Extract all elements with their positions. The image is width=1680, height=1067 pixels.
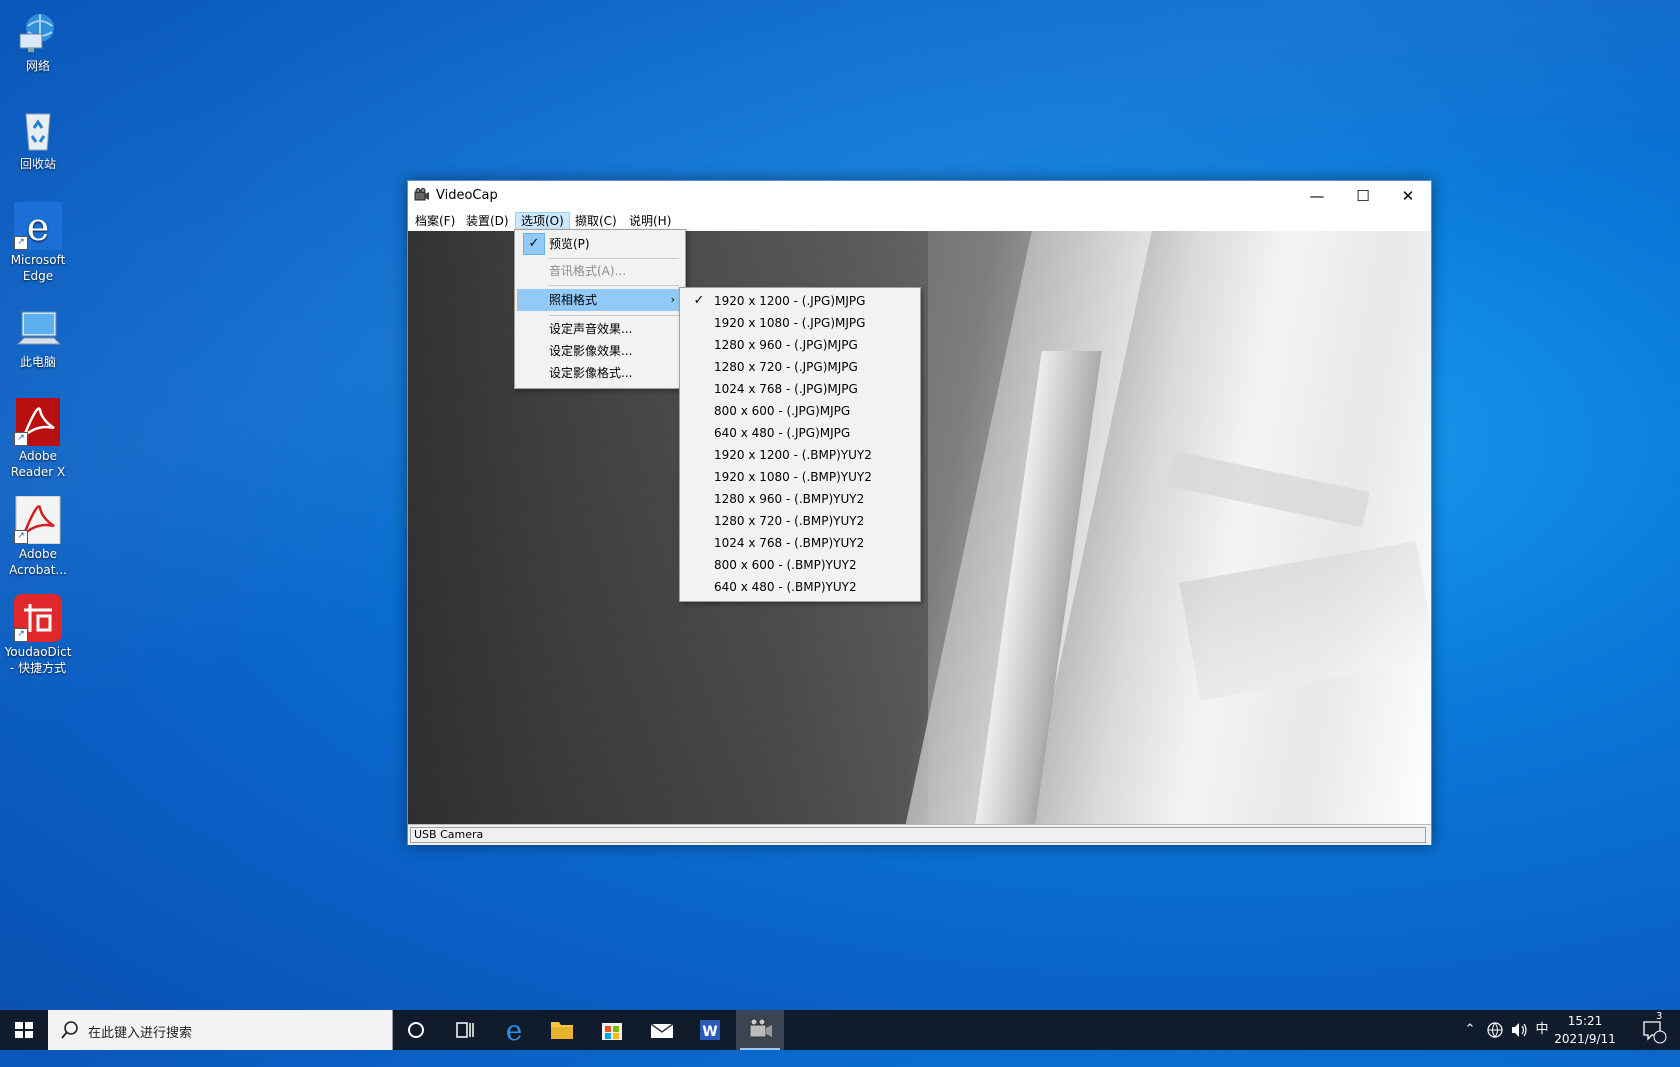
taskbar-edge[interactable]: e xyxy=(490,1010,538,1050)
windows-logo-icon xyxy=(15,1022,33,1038)
menu-bar: 档案(F) 装置(D) 选项(O) 撷取(C) 说明(H) xyxy=(408,211,1431,231)
shortcut-arrow-icon: ↗ xyxy=(14,628,28,642)
desktop-icon-label: 此电脑 xyxy=(19,355,56,369)
menu-item-sound-effects[interactable]: 设定声音效果... xyxy=(517,318,683,340)
volume-icon[interactable] xyxy=(1508,1010,1530,1050)
store-icon xyxy=(602,1023,622,1040)
desktop-icon-adobe-reader[interactable]: ↗ Adobe Reader X xyxy=(4,398,72,480)
menu-item-video-format[interactable]: 设定影像格式... xyxy=(517,362,683,384)
adobe-acrobat-icon: ↗ xyxy=(14,495,62,545)
options-menu: ✓ 预览(P) 音讯格式(A)... 照相格式 › 设定声音效果... 设定影像… xyxy=(514,229,686,389)
taskbar-word[interactable]: W xyxy=(686,1010,734,1050)
svg-text:e: e xyxy=(506,1014,523,1047)
submenu-item[interactable]: 1920 x 1080 - (.JPG)MJPG xyxy=(682,312,918,334)
clock-date: 2021/9/11 xyxy=(1554,1032,1616,1046)
menu-item-preview[interactable]: ✓ 预览(P) xyxy=(517,233,683,255)
cortana-button[interactable] xyxy=(392,1010,440,1050)
submenu-item[interactable]: 1920 x 1080 - (.BMP)YUY2 xyxy=(682,466,918,488)
desktop-icon-label: 网络 xyxy=(25,59,50,73)
menu-item-video-effects[interactable]: 设定影像效果... xyxy=(517,340,683,362)
notification-icon xyxy=(1643,1021,1667,1044)
taskbar: 在此键入进行搜索 e W ⌃ 中 15:21 2021/9/11 3 xyxy=(0,1010,1680,1050)
edge-icon: e xyxy=(506,1014,523,1047)
checkmark-icon: ✓ xyxy=(523,233,545,255)
search-box[interactable]: 在此键入进行搜索 xyxy=(48,1010,393,1050)
photo-format-submenu: ✓ 1920 x 1200 - (.JPG)MJPG 1920 x 1080 -… xyxy=(679,287,921,602)
menu-device[interactable]: 装置(D) xyxy=(461,213,514,229)
submenu-item[interactable]: ✓ 1920 x 1200 - (.JPG)MJPG xyxy=(682,290,918,312)
svg-text:e: e xyxy=(27,205,50,249)
task-view-button[interactable] xyxy=(440,1010,488,1050)
menu-item-photo-format[interactable]: 照相格式 › xyxy=(517,289,683,311)
desktop-icon-label: YoudaoDict - 快捷方式 xyxy=(4,645,72,675)
submenu-item[interactable]: 1280 x 720 - (.BMP)YUY2 xyxy=(682,510,918,532)
shortcut-arrow-icon: ↗ xyxy=(14,432,28,446)
checkmark-icon: ✓ xyxy=(693,293,705,308)
camera-app-icon xyxy=(414,188,430,202)
submenu-item[interactable]: 640 x 480 - (.JPG)MJPG xyxy=(682,422,918,444)
taskbar-file-explorer[interactable] xyxy=(538,1010,586,1050)
submenu-item[interactable]: 1920 x 1200 - (.BMP)YUY2 xyxy=(682,444,918,466)
taskbar-store[interactable] xyxy=(588,1010,636,1050)
taskbar-videocap[interactable] xyxy=(736,1010,784,1050)
network-globe-icon[interactable] xyxy=(1484,1010,1506,1050)
desktop-icon-network[interactable]: 网络 xyxy=(4,8,72,74)
action-center-button[interactable]: 3 xyxy=(1636,1010,1668,1050)
task-view-icon xyxy=(456,1022,474,1038)
notification-count: 3 xyxy=(1656,1011,1663,1022)
desktop-icon-adobe-acrobat[interactable]: ↗ Adobe Acrobat... xyxy=(4,495,72,578)
clock-time: 15:21 xyxy=(1567,1014,1603,1028)
taskbar-mail[interactable] xyxy=(638,1010,686,1050)
menu-help[interactable]: 说明(H) xyxy=(624,213,676,229)
submenu-item[interactable]: 1280 x 960 - (.JPG)MJPG xyxy=(682,334,918,356)
menu-options[interactable]: 选项(O) xyxy=(515,212,570,230)
tray-overflow-chevron-icon[interactable]: ⌃ xyxy=(1460,1010,1480,1050)
network-icon xyxy=(14,8,62,56)
mail-icon xyxy=(650,1023,674,1038)
menu-capture[interactable]: 撷取(C) xyxy=(570,213,622,229)
window-title: VideoCap xyxy=(436,188,498,203)
menu-item-audio-format: 音讯格式(A)... xyxy=(549,264,627,278)
recycle-bin-icon xyxy=(14,106,62,154)
menu-file[interactable]: 档案(F) xyxy=(410,213,460,229)
desktop-icon-recycle-bin[interactable]: 回收站 xyxy=(4,106,72,172)
svg-text:W: W xyxy=(702,1024,717,1040)
desktop-icon-youdao[interactable]: ↗ YoudaoDict - 快捷方式 xyxy=(4,594,72,676)
status-bar: USB Camera xyxy=(408,824,1431,845)
maximize-button[interactable]: ☐ xyxy=(1340,181,1386,211)
submenu-item[interactable]: 1280 x 720 - (.JPG)MJPG xyxy=(682,356,918,378)
shortcut-arrow-icon: ↗ xyxy=(14,530,28,544)
submenu-arrow-icon: › xyxy=(670,293,675,306)
submenu-item[interactable]: 1280 x 960 - (.BMP)YUY2 xyxy=(682,488,918,510)
word-icon: W xyxy=(700,1020,720,1040)
edge-icon: e ↗ xyxy=(14,202,62,250)
submenu-item[interactable]: 800 x 600 - (.BMP)YUY2 xyxy=(682,554,918,576)
submenu-item[interactable]: 640 x 480 - (.BMP)YUY2 xyxy=(682,576,918,598)
search-placeholder: 在此键入进行搜索 xyxy=(88,1026,193,1041)
desktop-icon-label: Adobe Reader X xyxy=(10,449,66,479)
search-icon xyxy=(61,1021,78,1039)
adobe-reader-icon: ↗ xyxy=(14,398,62,446)
cortana-icon xyxy=(408,1022,424,1038)
shortcut-arrow-icon: ↗ xyxy=(14,236,28,250)
status-device: USB Camera xyxy=(410,827,1426,843)
computer-icon xyxy=(14,304,62,352)
desktop-icon-this-pc[interactable]: 此电脑 xyxy=(4,304,72,370)
minimize-button[interactable]: — xyxy=(1294,181,1340,211)
desktop-icon-label: Microsoft Edge xyxy=(10,253,66,283)
submenu-item[interactable]: 1024 x 768 - (.BMP)YUY2 xyxy=(682,532,918,554)
submenu-item[interactable]: 1024 x 768 - (.JPG)MJPG xyxy=(682,378,918,400)
camera-app-icon xyxy=(749,1018,772,1038)
desktop-icon-label: Adobe Acrobat... xyxy=(9,547,67,577)
submenu-item[interactable]: 800 x 600 - (.JPG)MJPG xyxy=(682,400,918,422)
close-button[interactable]: ✕ xyxy=(1385,181,1431,211)
desktop-icon-label: 回收站 xyxy=(19,157,56,171)
folder-icon xyxy=(551,1022,573,1039)
clock[interactable]: 15:21 2021/9/11 xyxy=(1548,1012,1622,1048)
start-button[interactable] xyxy=(0,1010,48,1050)
youdao-dict-icon: ↗ xyxy=(14,594,62,642)
desktop-icon-edge[interactable]: e ↗ Microsoft Edge xyxy=(4,202,72,284)
title-bar[interactable]: VideoCap — ☐ ✕ xyxy=(408,181,1431,211)
